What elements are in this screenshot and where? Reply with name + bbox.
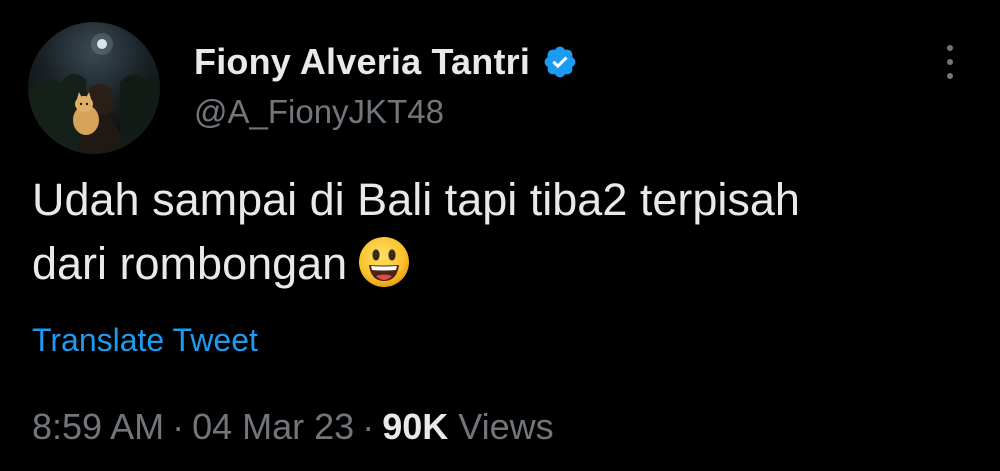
avatar-photo-icon <box>28 33 160 154</box>
views-count[interactable]: 90K <box>382 406 448 447</box>
grinning-face-emoji-icon <box>357 235 411 289</box>
verified-badge-icon <box>542 44 578 80</box>
tweet-text-line-1: Udah sampai di Bali tapi tiba2 terpisah <box>32 174 800 225</box>
author-display-name[interactable]: Fiony Alveria Tantri <box>194 41 530 83</box>
tweet-time[interactable]: 8:59 AM <box>32 406 164 447</box>
translate-tweet-link[interactable]: Translate Tweet <box>32 322 258 359</box>
author-name-row: Fiony Alveria Tantri <box>194 40 578 84</box>
more-dot <box>947 45 953 51</box>
more-options-icon[interactable] <box>936 42 964 82</box>
tweet-text-line-2: dari rombongan <box>32 232 972 296</box>
more-dot <box>947 59 953 65</box>
separator: · <box>172 406 185 447</box>
more-dot <box>947 73 953 79</box>
tweet-text-line-2-text: dari rombongan <box>32 238 348 289</box>
views-label: Views <box>458 406 554 447</box>
tweet-metadata: 8:59 AM · 04 Mar 23 · 90K Views <box>32 406 554 448</box>
tweet-card: Fiony Alveria Tantri @A_FionyJKT48 Udah … <box>0 0 1000 471</box>
author-handle[interactable]: @A_FionyJKT48 <box>194 93 444 131</box>
author-avatar[interactable] <box>28 22 160 154</box>
separator: · <box>362 406 375 447</box>
tweet-text: Udah sampai di Bali tapi tiba2 terpisah … <box>32 168 972 296</box>
tweet-date[interactable]: 04 Mar 23 <box>192 406 354 447</box>
